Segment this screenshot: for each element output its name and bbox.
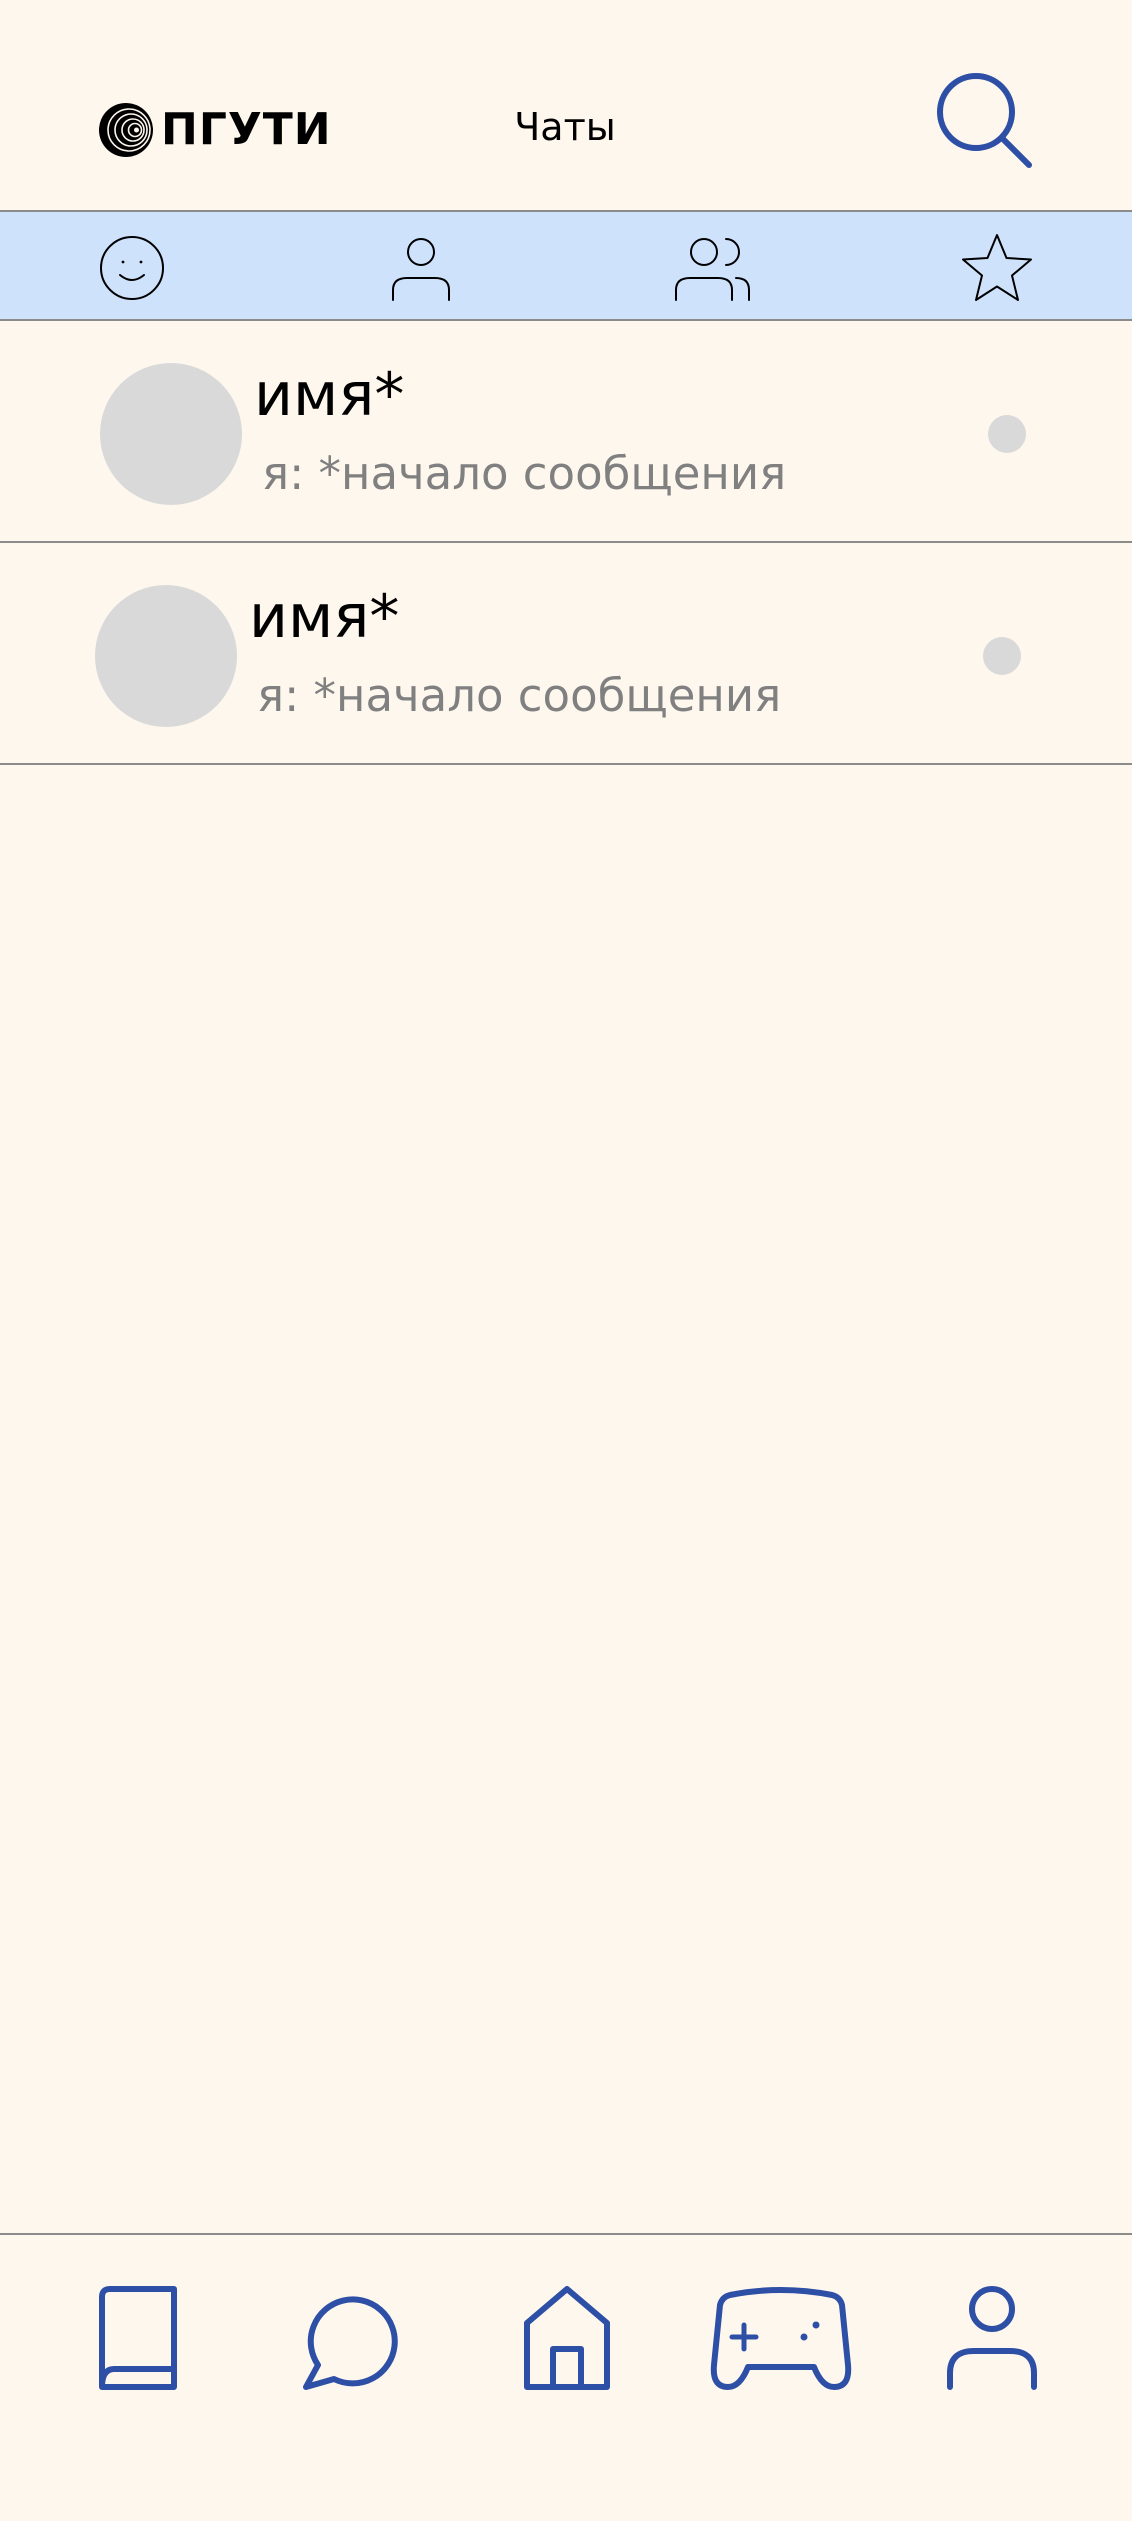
profile-icon	[947, 2286, 1037, 2390]
chat-name: имя*	[249, 582, 400, 652]
chat-filter-tabs	[0, 210, 1132, 321]
star-icon	[962, 234, 1032, 301]
avatar	[95, 585, 237, 727]
smiley-icon	[100, 236, 164, 300]
app-header: ПГУТИ Чаты	[0, 0, 1132, 210]
nav-library[interactable]	[94, 2275, 184, 2405]
unread-indicator	[988, 415, 1026, 453]
avatar	[100, 363, 242, 505]
tab-all-chats[interactable]	[92, 228, 172, 308]
chat-list: имя* я: *начало сообщения имя* я: *начал…	[0, 321, 1132, 765]
home-icon	[524, 2286, 610, 2390]
nav-chats[interactable]	[298, 2275, 398, 2405]
unread-indicator	[983, 637, 1021, 675]
search-icon	[937, 73, 1032, 168]
nav-profile[interactable]	[942, 2275, 1042, 2405]
nav-home[interactable]	[517, 2275, 617, 2405]
people-group-icon	[675, 238, 750, 301]
chat-last-message: я: *начало сообщения	[262, 447, 787, 500]
nav-games[interactable]	[706, 2275, 856, 2405]
search-button[interactable]	[934, 70, 1034, 170]
page-title: Чаты	[514, 105, 616, 149]
gamepad-icon	[710, 2287, 852, 2390]
chat-list-item[interactable]: имя* я: *начало сообщения	[0, 543, 1132, 765]
tab-favorite-chats[interactable]	[957, 228, 1037, 308]
tab-personal-chats[interactable]	[381, 228, 461, 308]
tab-group-chats[interactable]	[673, 228, 753, 308]
person-icon	[392, 238, 450, 301]
chat-list-item[interactable]: имя* я: *начало сообщения	[0, 321, 1132, 543]
chat-last-message: я: *начало сообщения	[257, 669, 782, 722]
bottom-navigation	[0, 2233, 1132, 2521]
chat-name: имя*	[254, 360, 405, 430]
book-icon	[99, 2286, 177, 2390]
chat-bubble-icon	[303, 2296, 398, 2390]
